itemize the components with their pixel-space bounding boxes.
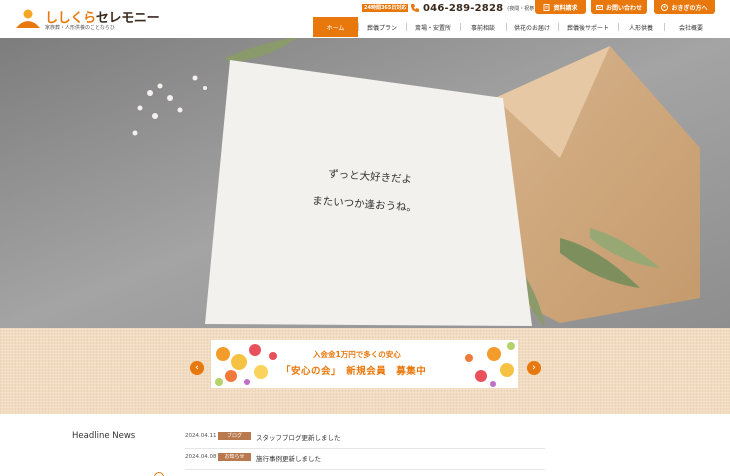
banner-headline: 入会金1万円で多くの安心 xyxy=(313,350,401,359)
nav-flowers[interactable]: 供花のお届け xyxy=(506,17,558,37)
slider-next-button[interactable]: › xyxy=(527,361,541,375)
nav-home[interactable]: ホーム xyxy=(313,17,358,37)
nav-company[interactable]: 会社概要 xyxy=(664,17,718,37)
request-documents-button[interactable]: 資料請求 xyxy=(535,0,586,14)
nav-funeral-plans[interactable]: 葬儀プラン xyxy=(358,17,406,37)
news-date: 2024.04.11 xyxy=(185,433,217,439)
phone-contact[interactable]: 046-289-2828 (夜間・祝祭日OK) xyxy=(410,2,548,14)
contact-label: お問い合わせ xyxy=(605,4,642,12)
nav-doll-memorial[interactable]: 人形供養 xyxy=(618,17,664,37)
message-card xyxy=(205,60,532,326)
mail-icon xyxy=(596,4,603,10)
news-section: Headline News 2024.04.11 ブログ スタッフブログ更新しま… xyxy=(0,414,730,476)
nav-consultation[interactable]: 事前相談 xyxy=(460,17,506,37)
main-nav: ホーム 葬儀プラン 斎場・安置所 事前相談 供花のお届け 葬儀後サポート 人形供… xyxy=(313,17,718,37)
chevron-left-icon: ‹ xyxy=(195,363,199,373)
site-logo[interactable]: ししくらセレモニー 家族葬・人形供養のことならひ xyxy=(14,6,160,32)
news-category-badge: ブログ xyxy=(218,432,251,440)
news-category-badge: お知らせ xyxy=(218,453,251,461)
hero-image: ずっと大好きだよ またいつか逢おうね。 xyxy=(0,38,730,328)
news-text[interactable]: 施行事例更新しました xyxy=(256,453,321,463)
urgent-label: おきぎの方へ xyxy=(671,4,708,12)
document-icon xyxy=(544,3,550,11)
chevron-right-icon: › xyxy=(532,363,536,373)
news-text[interactable]: スタッフブログ更新しました xyxy=(256,432,341,442)
urgent-button[interactable]: おきぎの方へ xyxy=(654,0,715,14)
hero-illustration: ずっと大好きだよ またいつか逢おうね。 xyxy=(0,38,730,328)
site-header: ししくらセレモニー 家族葬・人形供養のことならひ 24時間365日対応 046-… xyxy=(0,0,730,38)
banner-title: 「安心の会」 新規会員 募集中 xyxy=(281,366,427,377)
nav-aftercare[interactable]: 葬儀後サポート xyxy=(558,17,618,37)
brand-tagline: 家族葬・人形供養のことならひ xyxy=(45,25,115,31)
news-date: 2024.04.08 xyxy=(185,454,217,460)
phone-icon xyxy=(411,4,419,12)
slider-prev-button[interactable]: ‹ xyxy=(190,361,204,375)
news-item[interactable]: 2024.04.08 お知らせ 施行事例更新しました xyxy=(185,450,545,470)
person-icon xyxy=(661,3,669,11)
news-item[interactable]: 2024.04.11 ブログ スタッフブログ更新しました xyxy=(185,429,545,449)
membership-banner[interactable]: 入会金1万円で多くの安心 「安心の会」 新規会員 募集中 xyxy=(211,340,518,388)
logo-mark-icon xyxy=(16,9,40,28)
hours-badge: 24時間365日対応 xyxy=(362,4,409,12)
contact-button[interactable]: お問い合わせ xyxy=(591,0,647,14)
request-documents-label: 資料請求 xyxy=(553,4,578,12)
campaign-band: 入会金1万円で多くの安心 「安心の会」 新規会員 募集中 ‹ › xyxy=(0,328,730,414)
phone-number: 046-289-2828 xyxy=(423,2,504,14)
news-heading: Headline News xyxy=(72,431,136,441)
decorative-circle-icon xyxy=(154,472,164,476)
nav-halls[interactable]: 斎場・安置所 xyxy=(406,17,460,37)
